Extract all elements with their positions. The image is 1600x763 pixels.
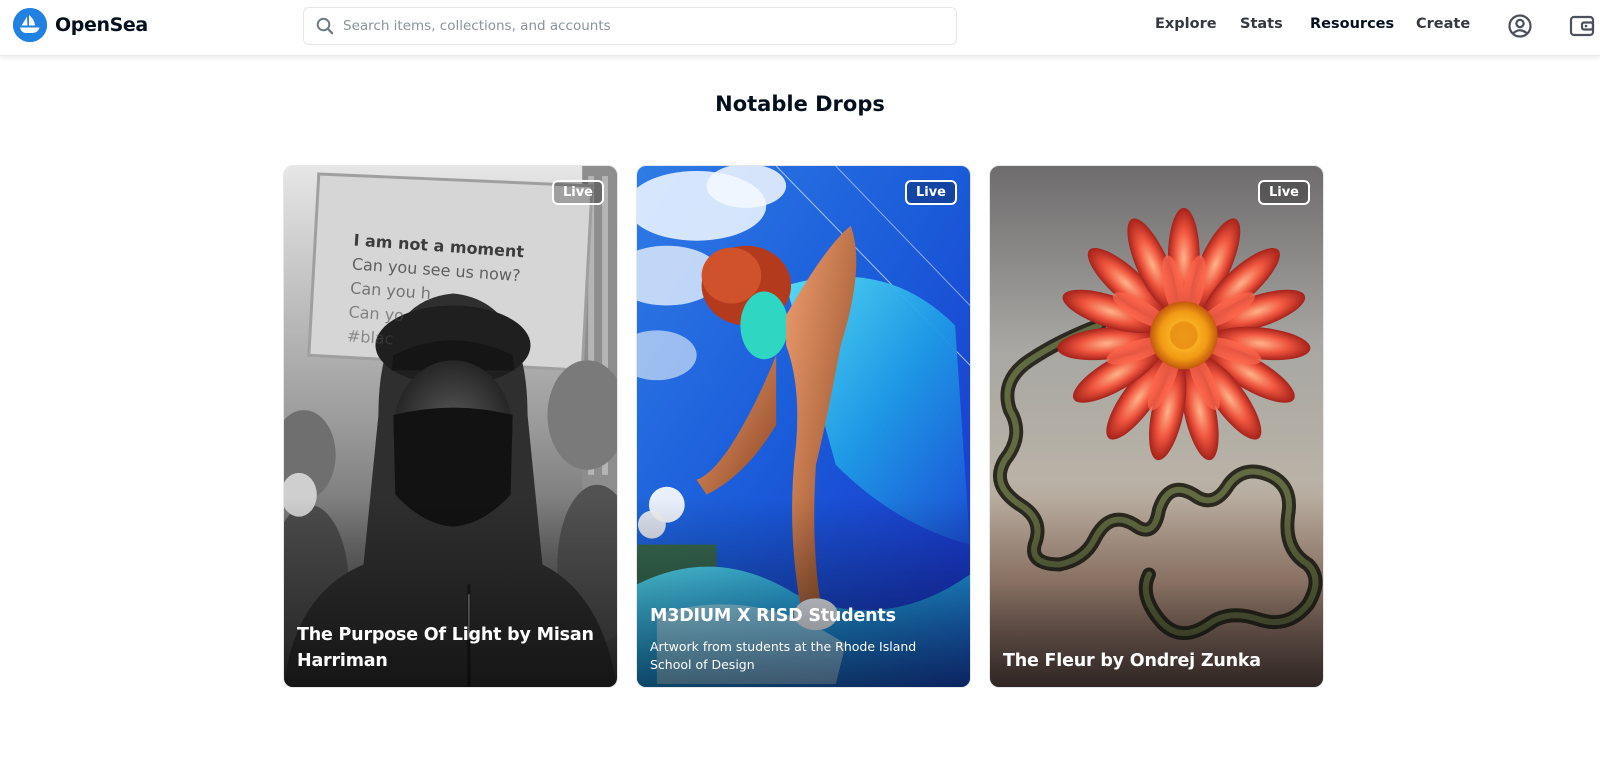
opensea-logo[interactable]: OpenSea bbox=[13, 8, 148, 42]
card-caption: The Fleur by Ondrej Zunka bbox=[1003, 648, 1310, 674]
search-input[interactable] bbox=[343, 18, 923, 34]
card-title: The Fleur by Ondrej Zunka bbox=[1003, 651, 1261, 671]
wallet-icon[interactable] bbox=[1569, 13, 1595, 39]
top-navbar: OpenSea Explore Stats Resources Create bbox=[0, 0, 1600, 56]
live-badge: Live bbox=[1257, 180, 1310, 205]
card-caption: The Purpose Of Light by Misan Harriman bbox=[297, 622, 604, 674]
section-title: Notable Drops bbox=[715, 92, 885, 116]
nav-stats[interactable]: Stats bbox=[1240, 16, 1283, 32]
sign-text: I am not a moment Can you see us now? Ca… bbox=[346, 228, 574, 363]
card-subtitle: Artwork from students at the Rhode Islan… bbox=[650, 639, 917, 672]
search-bar[interactable] bbox=[303, 7, 957, 45]
drop-card-the-fleur[interactable]: Live The Fleur by Ondrej Zunka bbox=[989, 165, 1324, 688]
live-badge: Live bbox=[551, 180, 604, 205]
nav-resources[interactable]: Resources bbox=[1310, 16, 1394, 32]
drop-card-m3dium-risd[interactable]: Live M3DIUM X RISD Students Artwork from… bbox=[636, 165, 971, 688]
live-badge: Live bbox=[904, 180, 957, 205]
drop-card-purpose-of-light[interactable]: I am not a moment Can you see us now? Ca… bbox=[283, 165, 618, 688]
card-title: M3DIUM X RISD Students bbox=[650, 606, 896, 626]
nav-create[interactable]: Create bbox=[1416, 16, 1470, 32]
search-icon bbox=[315, 16, 335, 36]
opensea-logo-icon bbox=[13, 8, 47, 42]
card-caption: M3DIUM X RISD Students Artwork from stud… bbox=[650, 603, 957, 674]
card-title: The Purpose Of Light by Misan Harriman bbox=[297, 625, 594, 671]
brand-name: OpenSea bbox=[55, 14, 148, 36]
account-icon[interactable] bbox=[1507, 13, 1533, 39]
nav-explore[interactable]: Explore bbox=[1155, 16, 1217, 32]
